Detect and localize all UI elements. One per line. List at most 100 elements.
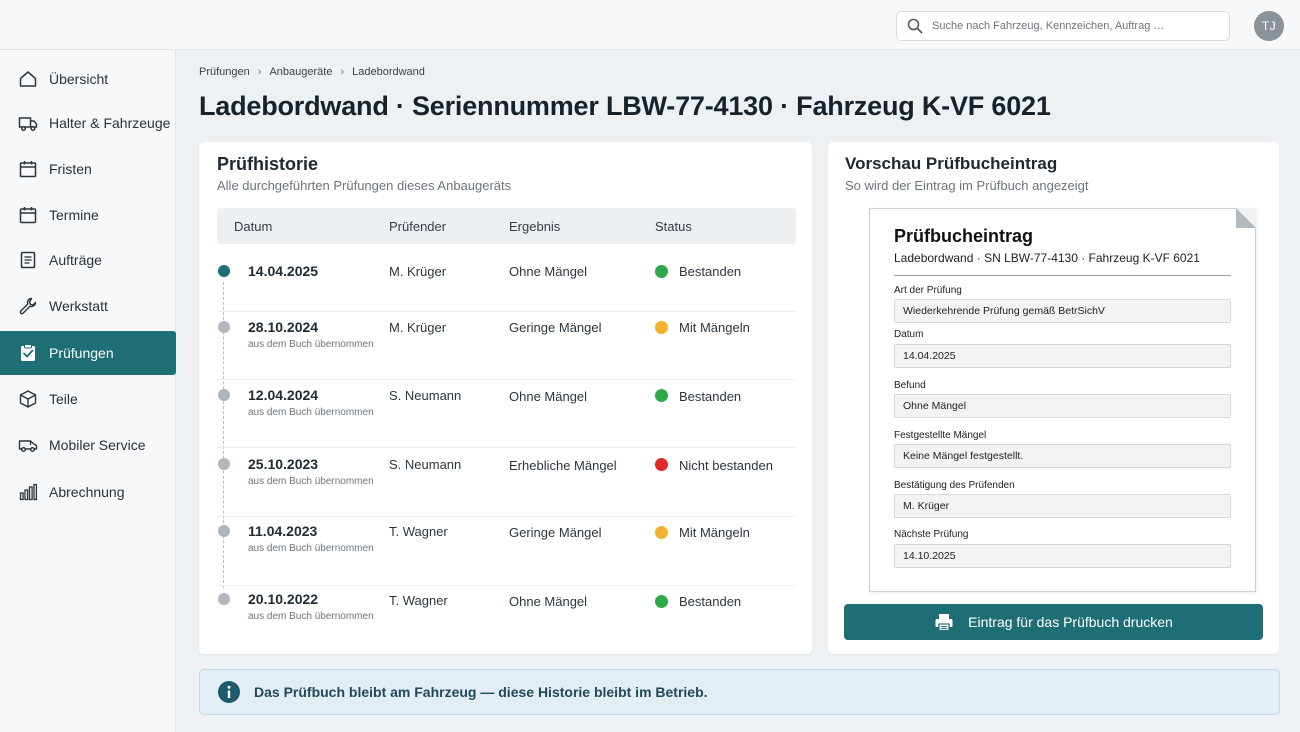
field-label: Bestätigung des Prüfenden: [894, 480, 1015, 491]
sidebar-item-teile[interactable]: Teile: [0, 377, 176, 421]
sidebar-item-mobiler-service[interactable]: Mobiler Service: [0, 423, 176, 467]
table-row[interactable]: 12.04.2024 aus dem Buch übernommen S. Ne…: [217, 380, 796, 448]
breadcrumb-item-anbaugeraete[interactable]: Anbaugeräte: [269, 66, 332, 78]
row-inspector: M. Krüger: [389, 264, 447, 279]
status-dot-yellow: [655, 321, 668, 334]
row-result: Ohne Mängel: [509, 389, 588, 404]
van-icon: [18, 440, 38, 452]
status-dot-green: [655, 595, 668, 608]
preview-subtitle: So wird der Eintrag im Prüfbuch angezeig…: [845, 178, 1089, 193]
row-result: Ohne Mängel: [509, 264, 588, 279]
row-date: 28.10.2024: [248, 319, 319, 335]
column-header-inspector[interactable]: Prüfender: [389, 219, 446, 234]
timeline-dot: [218, 389, 230, 401]
row-result: Ohne Mängel: [509, 594, 588, 609]
row-status: Bestanden: [679, 389, 742, 404]
sidebar-item-label: Aufträge: [49, 252, 102, 268]
table-row[interactable]: 28.10.2024 aus dem Buch übernommen M. Kr…: [217, 312, 796, 380]
sidebar-item-label: Halter & Fahrzeuge: [49, 115, 171, 131]
sidebar-item-termine[interactable]: Termine: [0, 193, 176, 237]
clipboard-check-icon: [21, 344, 35, 361]
row-date: 12.04.2024: [248, 387, 319, 403]
top-bar: TJ: [0, 0, 1300, 50]
column-header-result[interactable]: Ergebnis: [509, 219, 560, 234]
document-meta: Ladebordwand · SN LBW-77-4130 · Fahrzeug…: [894, 251, 1200, 265]
wrench-icon: [19, 297, 37, 315]
history-card: Prüfhistorie Alle durchgeführten Prüfung…: [199, 142, 812, 654]
status-dot-green: [655, 265, 668, 278]
field-value: Wiederkehrende Prüfung gemäß BetrSichV: [894, 299, 1231, 323]
row-date: 14.04.2025: [248, 263, 319, 279]
breadcrumb-separator: ›: [340, 66, 345, 78]
sidebar-item-label: Abrechnung: [49, 484, 125, 500]
search-field[interactable]: [896, 11, 1230, 41]
field-value: 14.10.2025: [894, 544, 1231, 568]
sidebar-item-halter-fahrzeuge[interactable]: Halter & Fahrzeuge: [0, 101, 176, 145]
truck-icon: [18, 117, 38, 132]
page-fold-corner: [1236, 208, 1256, 228]
user-avatar[interactable]: TJ: [1254, 11, 1284, 41]
sidebar-item-uebersicht[interactable]: Übersicht: [0, 57, 176, 101]
page-title: Ladebordwand · Seriennummer LBW-77-4130 …: [199, 91, 1051, 121]
table-row[interactable]: 20.10.2022 aus dem Buch übernommen T. Wa…: [217, 587, 796, 655]
row-note: aus dem Buch übernommen: [248, 407, 374, 418]
field-label: Befund: [894, 380, 926, 391]
divider: [894, 275, 1231, 276]
timeline-dot: [218, 458, 230, 470]
status-dot-red: [655, 458, 668, 471]
row-result: Geringe Mängel: [509, 320, 602, 335]
row-status: Mit Mängeln: [679, 320, 750, 335]
breadcrumb-separator: ›: [257, 66, 262, 78]
field-label: Art der Prüfung: [894, 285, 962, 296]
row-inspector: S. Neumann: [389, 388, 462, 403]
sidebar-item-label: Werkstatt: [49, 298, 108, 314]
timeline-dot: [218, 593, 230, 605]
document-title: Prüfbucheintrag: [894, 226, 1034, 246]
status-dot-green: [655, 389, 668, 402]
sidebar-item-fristen[interactable]: Fristen: [0, 147, 176, 191]
home-icon: [19, 71, 37, 87]
row-note: aus dem Buch übernommen: [248, 611, 374, 622]
row-status: Nicht bestanden: [679, 458, 773, 473]
table-row[interactable]: 11.04.2023 aus dem Buch übernommen T. Wa…: [217, 518, 796, 586]
row-result: Geringe Mängel: [509, 525, 602, 540]
field-label: Nächste Prüfung: [894, 529, 969, 540]
sidebar-item-pruefungen[interactable]: Prüfungen: [0, 331, 176, 375]
row-inspector: M. Krüger: [389, 320, 447, 335]
print-button-label: Eintrag für das Prüfbuch drucken: [968, 614, 1173, 630]
sidebar-item-werkstatt[interactable]: Werkstatt: [0, 284, 176, 328]
row-status: Bestanden: [679, 264, 742, 279]
sidebar-item-label: Fristen: [49, 161, 92, 177]
table-row[interactable]: 14.04.2025 M. Krüger Ohne Mängel Bestand…: [217, 244, 796, 312]
box-icon: [19, 390, 37, 408]
status-dot-yellow: [655, 526, 668, 539]
sidebar-item-label: Übersicht: [49, 71, 109, 87]
row-date: 11.04.2023: [248, 523, 318, 539]
field-value: M. Krüger: [894, 494, 1231, 518]
row-inspector: T. Wagner: [389, 524, 448, 539]
breadcrumb-item-pruefungen[interactable]: Prüfungen: [199, 66, 250, 78]
sidebar-item-auftraege[interactable]: Aufträge: [0, 238, 176, 282]
row-inspector: S. Neumann: [389, 457, 462, 472]
calendar-icon: [19, 207, 37, 224]
table-header: Datum Prüfender Ergebnis Status: [217, 208, 796, 244]
sidebar-item-label: Mobiler Service: [49, 437, 146, 453]
document-icon: [20, 251, 36, 269]
row-status: Bestanden: [679, 594, 742, 609]
field-label: Festgestellte Mängel: [894, 430, 987, 441]
history-subtitle: Alle durchgeführten Prüfungen dieses Anb…: [217, 178, 512, 193]
sidebar-item-abrechnung[interactable]: Abrechnung: [0, 470, 176, 514]
preview-card: Vorschau Prüfbucheintrag So wird der Ein…: [828, 142, 1279, 654]
calendar-icon: [19, 161, 37, 178]
print-button[interactable]: Eintrag für das Prüfbuch drucken: [844, 604, 1263, 640]
info-banner: Das Prüfbuch bleibt am Fahrzeug — diese …: [199, 669, 1280, 715]
sidebar-item-label: Teile: [49, 391, 78, 407]
search-input[interactable]: [932, 20, 1212, 32]
column-header-date[interactable]: Datum: [234, 219, 272, 234]
row-inspector: T. Wagner: [389, 593, 448, 608]
table-row[interactable]: 25.10.2023 aus dem Buch übernommen S. Ne…: [217, 449, 796, 517]
logbook-entry-document: Prüfbucheintrag Ladebordwand · SN LBW-77…: [869, 208, 1256, 592]
info-banner-text: Das Prüfbuch bleibt am Fahrzeug — diese …: [254, 684, 708, 700]
column-header-status[interactable]: Status: [655, 219, 692, 234]
row-note: aus dem Buch übernommen: [248, 339, 374, 350]
